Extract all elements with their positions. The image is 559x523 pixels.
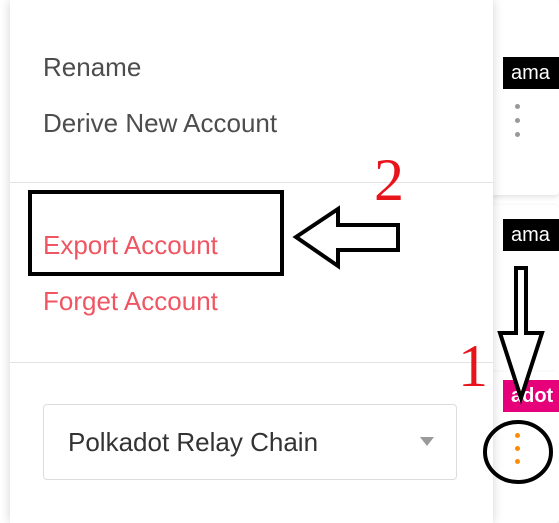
annotation-circle [483, 420, 553, 484]
annotation-overlay [292, 205, 553, 484]
outline-arrow-icon [292, 205, 400, 270]
outline-arrow-icon [497, 266, 545, 405]
